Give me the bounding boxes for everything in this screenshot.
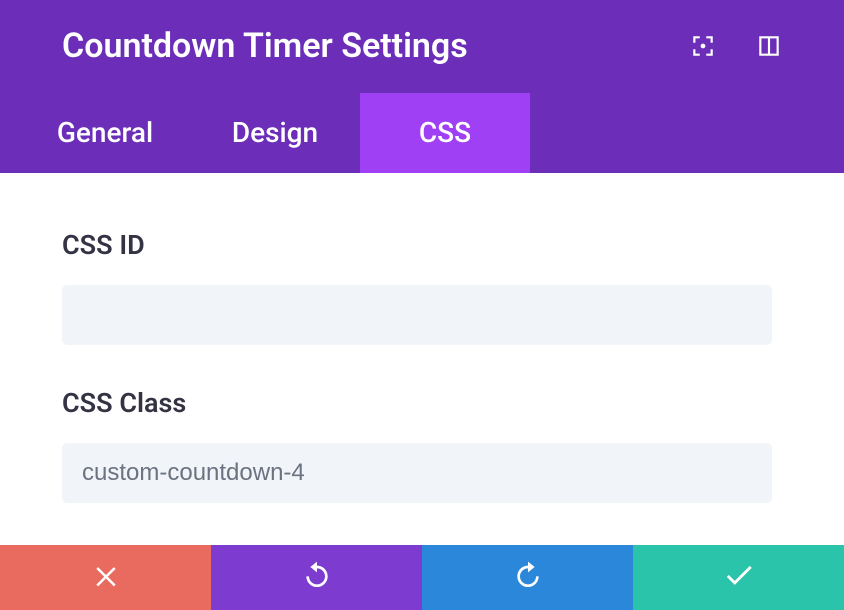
- content-area: CSS ID CSS Class: [0, 173, 844, 545]
- tab-general[interactable]: General: [20, 93, 190, 173]
- settings-modal: Countdown Timer Settings General Design …: [0, 0, 844, 610]
- columns-icon[interactable]: [756, 33, 782, 59]
- field-css-id: CSS ID: [62, 229, 782, 345]
- modal-footer: [0, 545, 844, 610]
- field-css-class: CSS Class: [62, 387, 782, 503]
- close-icon: [91, 560, 121, 594]
- expand-icon[interactable]: [690, 33, 716, 59]
- tab-design[interactable]: Design: [190, 93, 360, 173]
- modal-header: Countdown Timer Settings: [0, 0, 844, 93]
- undo-button[interactable]: [211, 545, 422, 610]
- tabs-wrap: General Design CSS: [0, 93, 844, 173]
- check-icon: [722, 558, 756, 596]
- tabs: General Design CSS: [0, 93, 844, 173]
- input-css-id[interactable]: [62, 285, 772, 345]
- header-icons: [690, 33, 782, 59]
- tab-css[interactable]: CSS: [360, 93, 530, 173]
- redo-button[interactable]: [422, 545, 633, 610]
- save-button[interactable]: [633, 545, 844, 610]
- close-button[interactable]: [0, 545, 211, 610]
- undo-icon: [301, 559, 333, 595]
- label-css-id: CSS ID: [62, 229, 782, 261]
- redo-icon: [512, 559, 544, 595]
- input-css-class[interactable]: [62, 443, 772, 503]
- modal-title: Countdown Timer Settings: [62, 26, 468, 66]
- label-css-class: CSS Class: [62, 387, 782, 419]
